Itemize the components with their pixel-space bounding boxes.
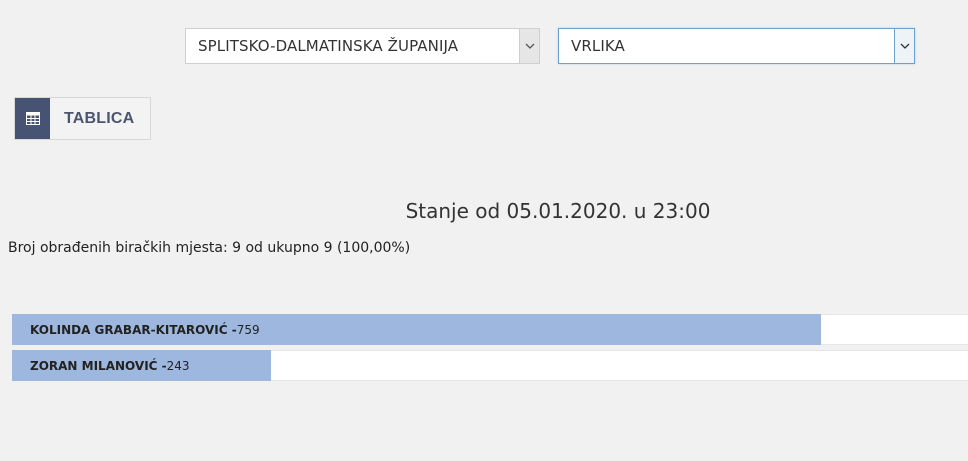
vote-count: 759 bbox=[236, 322, 260, 337]
table-view-button[interactable]: TABLICA bbox=[14, 97, 151, 140]
vote-count: 243 bbox=[166, 358, 190, 373]
results-page: SPLITSKO-DALMATINSKA ŽUPANIJA VRLIKA TAB… bbox=[0, 0, 968, 461]
result-row: KOLINDA GRABAR-KITAROVIĆ - 759 bbox=[12, 314, 968, 345]
county-select[interactable]: SPLITSKO-DALMATINSKA ŽUPANIJA bbox=[185, 28, 540, 64]
candidate-name: ZORAN MILANOVIĆ - bbox=[30, 358, 167, 373]
chevron-down-icon[interactable] bbox=[894, 29, 914, 63]
chevron-down-icon[interactable] bbox=[519, 29, 539, 63]
results-list: KOLINDA GRABAR-KITAROVIĆ - 759 ZORAN MILA… bbox=[12, 314, 968, 386]
county-select-value: SPLITSKO-DALMATINSKA ŽUPANIJA bbox=[198, 37, 459, 55]
table-icon bbox=[15, 98, 50, 139]
status-timestamp: Stanje od 05.01.2020. u 23:00 bbox=[405, 199, 711, 223]
result-label: KOLINDA GRABAR-KITAROVIĆ - 759 bbox=[30, 315, 260, 344]
candidate-name: KOLINDA GRABAR-KITAROVIĆ - bbox=[30, 322, 237, 337]
town-select-value: VRLIKA bbox=[571, 37, 625, 55]
result-row: ZORAN MILANOVIĆ - 243 bbox=[12, 350, 968, 381]
processed-stations-text: Broj obrađenih biračkih mjesta: 9 od uku… bbox=[8, 240, 411, 256]
table-view-button-label: TABLICA bbox=[64, 109, 135, 127]
result-label: ZORAN MILANOVIĆ - 243 bbox=[30, 351, 190, 380]
town-select[interactable]: VRLIKA bbox=[558, 28, 915, 64]
